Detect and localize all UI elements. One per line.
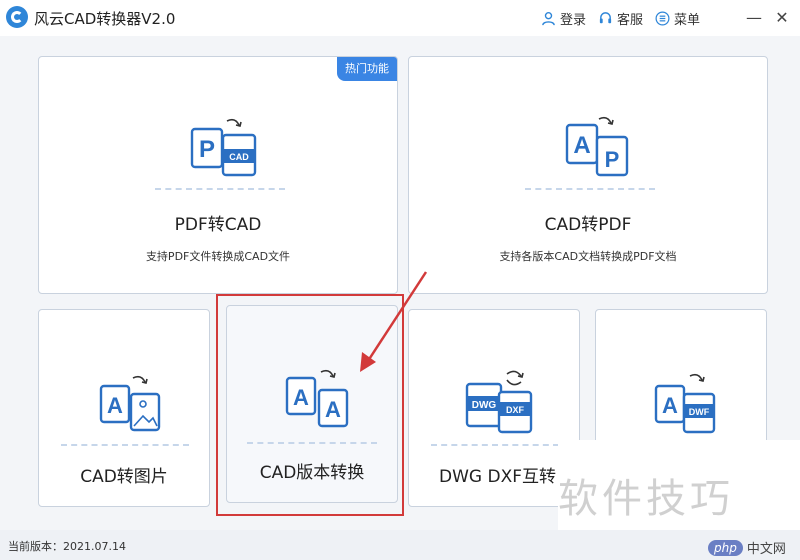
php-badge: php xyxy=(708,539,743,556)
a-letter: A xyxy=(107,393,123,418)
menu-button[interactable]: 菜单 xyxy=(655,9,700,28)
card-title: PDF转CAD xyxy=(174,215,262,235)
p-letter: P xyxy=(605,147,620,172)
php-watermark: php 中文网 xyxy=(708,538,786,557)
card-title: DWG DXF互转 xyxy=(439,467,556,487)
pdf-to-cad-icon: P CAD xyxy=(190,118,257,177)
app-title: 风云CAD转换器V2.0 xyxy=(34,10,176,28)
close-button[interactable]: ✕ xyxy=(770,6,794,30)
headset-icon xyxy=(599,12,612,24)
divider xyxy=(155,188,285,190)
card-title: CAD转PDF xyxy=(544,215,632,235)
version-label: 当前版本：2021.07.14 xyxy=(8,540,126,553)
divider xyxy=(61,444,189,446)
cad-label: CAD xyxy=(229,152,249,162)
watermark-text: 软件技巧 xyxy=(558,476,734,522)
cad-to-pdf-icon: A P xyxy=(565,116,629,177)
title-bar: 风云CAD转换器V2.0 登录 客服 菜单 — ✕ xyxy=(0,0,800,36)
php-cn-label: 中文网 xyxy=(746,542,786,557)
menu-label: 菜单 xyxy=(674,13,701,28)
dxf-label: DXF xyxy=(506,405,525,415)
user-icon xyxy=(542,11,555,26)
pdf-letter: P xyxy=(199,136,215,163)
status-bar: 当前版本：2021.07.14 xyxy=(0,530,800,560)
app-logo-icon xyxy=(6,6,28,28)
hot-feature-badge: 热门功能 xyxy=(337,57,397,81)
card-desc: 支持PDF文件转换成CAD文件 xyxy=(145,250,291,263)
divider xyxy=(431,444,559,446)
divider xyxy=(525,188,655,190)
a-letter: A xyxy=(573,132,590,159)
card-pdf-to-cad[interactable]: 热门功能 P CAD PDF转CAD 支持PDF文件转换成CAD文件 xyxy=(38,56,398,294)
dwf-label: DWF xyxy=(689,407,710,417)
service-label: 客服 xyxy=(617,13,644,28)
login-label: 登录 xyxy=(560,13,587,28)
card-cad-to-pdf[interactable]: A P CAD转PDF 支持各版本CAD文档转换成PDF文档 xyxy=(408,56,768,294)
annotation-arrow-icon xyxy=(360,271,428,372)
card-desc: 支持各版本CAD文档转换成PDF文档 xyxy=(499,250,677,263)
card-cad-to-image[interactable]: A CAD转图片 xyxy=(38,309,210,507)
login-button[interactable]: 登录 xyxy=(541,9,586,28)
cad-to-image-icon: A xyxy=(99,375,161,432)
cad-to-dwf-icon: A DWF xyxy=(654,373,716,434)
card-title: CAD转图片 xyxy=(80,467,168,487)
service-button[interactable]: 客服 xyxy=(598,9,643,28)
menu-icon xyxy=(655,11,670,26)
dwg-label: DWG xyxy=(472,400,497,411)
a-letter: A xyxy=(662,393,678,418)
minimize-button[interactable]: — xyxy=(742,6,766,30)
